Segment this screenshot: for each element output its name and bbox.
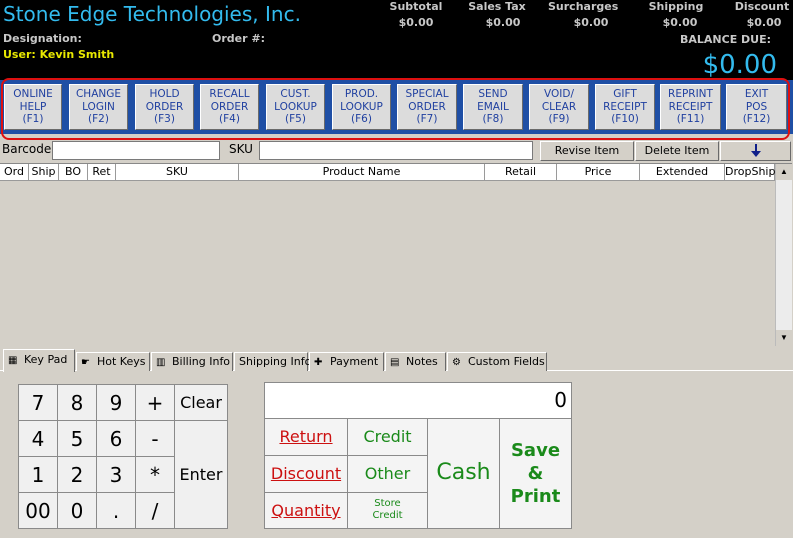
tab-label: Notes [406, 355, 438, 368]
sku-label: SKU [229, 142, 253, 156]
key-1[interactable]: 1 [18, 456, 58, 493]
scroll-up-arrow-icon[interactable]: ▲ [776, 164, 792, 180]
user-label: User: Kevin Smith [3, 48, 115, 61]
tab-label: Shipping Info [239, 355, 312, 368]
store-credit-button[interactable]: Store Credit [347, 492, 428, 529]
key-2[interactable]: 2 [57, 456, 97, 493]
tab-payment[interactable]: ✚ Payment [309, 352, 384, 371]
tab-label: Payment [330, 355, 379, 368]
hand-pointer-icon: ☛ [81, 357, 90, 368]
amount-display[interactable]: 0 [264, 382, 572, 419]
key-0[interactable]: 0 [57, 492, 97, 529]
surcharges-value: $0.00 [573, 16, 609, 29]
balance-due-value: $0.00 [702, 50, 777, 80]
key-5[interactable]: 5 [57, 420, 97, 457]
book-icon: ▥ [156, 357, 166, 368]
arrow-down-icon [750, 144, 761, 157]
grid-scrollbar[interactable]: ▲ ▼ [775, 164, 792, 346]
balance-due-label: BALANCE DUE: [680, 33, 772, 46]
tab-billing-info[interactable]: ▥ Billing Info [151, 352, 233, 371]
return-button[interactable]: Return [264, 418, 348, 456]
col-ship-header[interactable]: Ship [29, 164, 59, 181]
key-8[interactable]: 8 [57, 384, 97, 421]
other-button[interactable]: Other [347, 455, 428, 493]
key-00[interactable]: 00 [18, 492, 58, 529]
tab-label: Key Pad [24, 353, 68, 366]
shipping-label: Shipping [648, 0, 704, 13]
tab-label: Custom Fields [468, 355, 545, 368]
notepad-icon: ▤ [390, 357, 400, 368]
item-entry-row: Barcode SKU Revise Item Delete Item [0, 140, 793, 162]
surcharges-label: Surcharges [548, 0, 619, 13]
col-dropship-header[interactable]: DropShip [725, 164, 775, 181]
sku-input[interactable] [259, 141, 533, 160]
tab-key-pad[interactable]: ▦ Key Pad [3, 349, 75, 372]
highlight-outline [1, 78, 790, 140]
order-number-label: Order #: [212, 32, 265, 45]
header-panel: Stone Edge Technologies, Inc. Designatio… [0, 0, 793, 80]
money-plus-icon: ✚ [314, 357, 323, 368]
company-title: Stone Edge Technologies, Inc. [3, 2, 301, 26]
key-3[interactable]: 3 [96, 456, 136, 493]
tab-label: Billing Info [172, 355, 231, 368]
key-7[interactable]: 7 [18, 384, 58, 421]
subtotal-value: $0.00 [398, 16, 434, 29]
col-product-name-header[interactable]: Product Name [239, 164, 485, 181]
col-retail-header[interactable]: Retail [485, 164, 557, 181]
line-items-grid[interactable]: Ord Ship BO Ret SKU Product Name Retail … [0, 163, 792, 347]
col-price-header[interactable]: Price [557, 164, 640, 181]
col-extended-header[interactable]: Extended [640, 164, 725, 181]
delete-item-button[interactable]: Delete Item [635, 141, 719, 161]
key-6[interactable]: 6 [96, 420, 136, 457]
col-bo-header[interactable]: BO [59, 164, 88, 181]
designation-label: Designation: [3, 32, 82, 45]
save-print-button[interactable]: Save & Print [499, 418, 572, 529]
barcode-label: Barcode [2, 142, 52, 156]
col-ord-header[interactable]: Ord [0, 164, 29, 181]
scroll-down-arrow-icon[interactable]: ▼ [776, 330, 792, 346]
discount-value: $0.00 [746, 16, 782, 29]
tab-strip: ▦ Key Pad ☛ Hot Keys ▥ Billing Info Shippin… [0, 349, 793, 372]
barcode-input[interactable] [52, 141, 220, 160]
subtotal-label: Subtotal [389, 0, 443, 13]
key-4[interactable]: 4 [18, 420, 58, 457]
discount-button[interactable]: Discount [264, 455, 348, 493]
credit-button[interactable]: Credit [347, 418, 428, 456]
sales-tax-value: $0.00 [485, 16, 521, 29]
col-sku-header[interactable]: SKU [116, 164, 239, 181]
tab-hot-keys[interactable]: ☛ Hot Keys [76, 352, 150, 371]
quantity-button[interactable]: Quantity [264, 492, 348, 529]
key-divide[interactable]: / [135, 492, 175, 529]
scroll-down-button[interactable] [720, 141, 791, 161]
key-plus[interactable]: + [135, 384, 175, 421]
key-multiply[interactable]: * [135, 456, 175, 493]
tab-custom-fields[interactable]: ⚙ Custom Fields [447, 352, 547, 371]
tab-notes[interactable]: ▤ Notes [385, 352, 446, 371]
sales-tax-label: Sales Tax [468, 0, 526, 13]
revise-item-button[interactable]: Revise Item [540, 141, 634, 161]
key-decimal[interactable]: . [96, 492, 136, 529]
tab-label: Hot Keys [97, 355, 146, 368]
keypad-icon: ▦ [8, 355, 18, 366]
clear-button[interactable]: Clear [174, 384, 228, 421]
cash-button[interactable]: Cash [427, 418, 500, 529]
discount-label: Discount [734, 0, 790, 13]
key-minus[interactable]: - [135, 420, 175, 457]
col-ret-header[interactable]: Ret [88, 164, 116, 181]
custom-fields-icon: ⚙ [452, 357, 461, 368]
tab-shipping-info[interactable]: Shipping Info [234, 352, 312, 371]
enter-button[interactable]: Enter [174, 420, 228, 529]
shipping-value: $0.00 [662, 16, 698, 29]
key-9[interactable]: 9 [96, 384, 136, 421]
